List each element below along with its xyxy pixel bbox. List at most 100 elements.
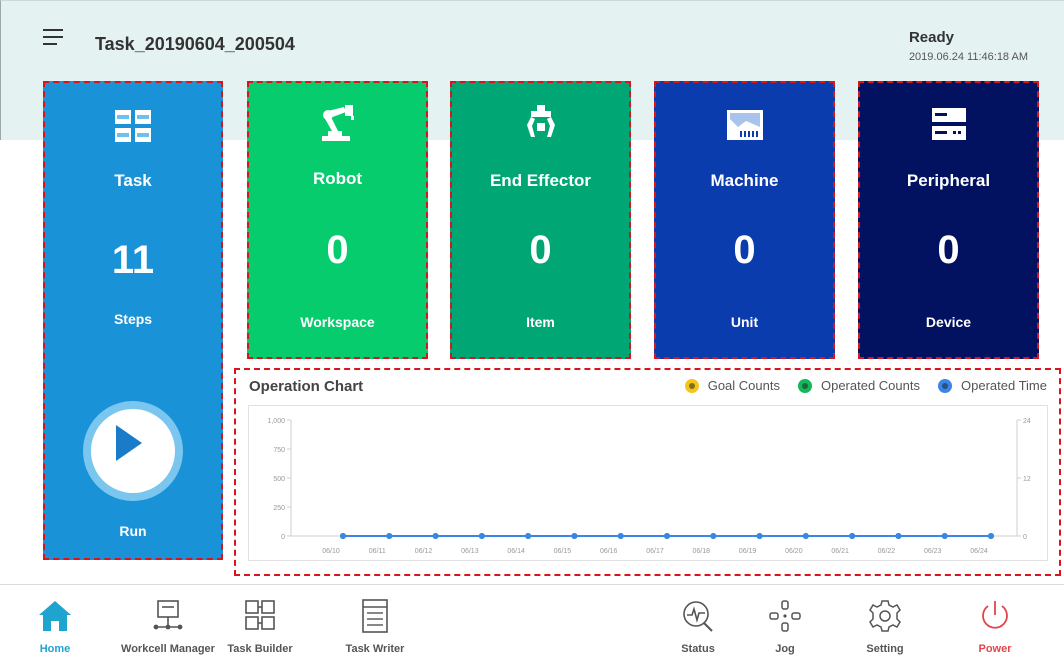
gripper-icon [526, 105, 555, 137]
peripheral-tile[interactable]: Peripheral 0 Device [858, 81, 1039, 359]
x-tick-label: 06/14 [507, 548, 525, 555]
legend-label: Operated Time [961, 378, 1047, 393]
x-tick-label: 06/24 [970, 548, 988, 555]
peripheral-count: 0 [937, 228, 960, 272]
home-icon [39, 601, 71, 631]
play-icon [116, 425, 142, 461]
menu-icon[interactable] [43, 29, 63, 49]
run-label: Run [119, 523, 147, 539]
series-point [941, 533, 948, 539]
nav-setting[interactable]: Setting [830, 585, 940, 661]
series-point [340, 533, 346, 539]
series-point [525, 533, 532, 539]
robot-tile[interactable]: Robot 0 Workspace [247, 81, 428, 359]
machine-tile-title: Machine [710, 171, 779, 190]
legend-dot [684, 378, 699, 393]
end-effector-count: 0 [529, 228, 552, 272]
x-tick-label: 06/12 [415, 548, 433, 555]
nav-jog[interactable]: Jog [730, 585, 840, 661]
legend-item[interactable]: Operated Counts [797, 378, 920, 393]
series-point [895, 533, 902, 539]
nav-setting-label: Setting [866, 643, 904, 655]
legend-item[interactable]: Operated Time [938, 378, 1047, 393]
x-tick-label: 06/23 [924, 548, 942, 555]
end-effector-tile[interactable]: End Effector 0 Item [450, 81, 631, 359]
task-tile[interactable]: Task 11 Steps Run [43, 81, 223, 560]
x-tick-label: 06/13 [461, 548, 479, 555]
series-point [802, 533, 809, 539]
machine-icon [726, 110, 763, 140]
operation-chart-panel: Operation Chart Goal Counts Operated Coun… [234, 368, 1061, 576]
bottom-nav: Home Workcell Manager Task Builder Task … [0, 584, 1064, 661]
run-button[interactable] [83, 401, 183, 501]
nav-power[interactable]: Power [940, 585, 1050, 661]
series-point [988, 533, 994, 539]
task-tile-title: Task [114, 171, 152, 190]
end-effector-tile-unit: Item [526, 314, 555, 330]
task-step-count: 11 [111, 238, 155, 282]
nav-home-label: Home [39, 643, 71, 655]
task-builder-icon [245, 600, 275, 630]
chart-title: Operation Chart [249, 378, 364, 395]
series-point [432, 533, 439, 539]
x-tick-label: 06/16 [600, 548, 618, 555]
peripheral-tile-unit: Device [925, 314, 972, 330]
series-point [478, 533, 485, 539]
nav-task-builder[interactable]: Task Builder [205, 585, 315, 661]
x-tick-label: 06/22 [878, 548, 896, 555]
jog-icon [769, 600, 801, 632]
nav-jog-label: Jog [775, 643, 795, 655]
y-tick-label-left: 500 [273, 476, 285, 483]
x-tick-label: 06/17 [646, 548, 664, 555]
machine-tile[interactable]: Machine 0 Unit [654, 81, 835, 359]
task-tile-unit: Steps [113, 311, 153, 327]
y-tick-label-right: 24 [1023, 418, 1031, 425]
task-grid-icon [115, 110, 151, 142]
peripheral-tile-title: Peripheral [906, 171, 991, 190]
legend-dot [797, 378, 812, 393]
nav-task-writer[interactable]: Task Writer [320, 585, 430, 661]
series-point [664, 533, 670, 539]
robot-count: 0 [326, 228, 349, 272]
status-text: Ready [908, 29, 954, 46]
operation-chart: 0 250 500 750 1,000 0 12 24 06/10 06/11 06/12 06/13… [267, 418, 1031, 555]
robot-tile-title: Robot [312, 169, 363, 188]
legend-item[interactable]: Goal Counts [684, 378, 780, 393]
x-tick-label: 06/18 [693, 548, 711, 555]
series-point [849, 533, 856, 539]
status-area: Ready 2019.06.24 11:46:18 AM [909, 29, 1028, 63]
series-point [617, 533, 624, 539]
y-tick-label-left: 250 [273, 505, 285, 512]
x-tick-label: 06/11 [369, 548, 386, 555]
x-tick-label: 06/10 [322, 548, 340, 555]
server-icon [931, 108, 966, 140]
nav-home[interactable]: Home [0, 585, 110, 661]
y-tick-label-left: 750 [273, 447, 285, 454]
legend-label: Goal Counts [707, 378, 780, 393]
legend-dot [938, 378, 952, 393]
machine-tile-unit: Unit [730, 314, 759, 330]
end-effector-tile-title: End Effector [489, 171, 592, 190]
task-name: Task_20190604_200504 [95, 34, 295, 54]
y-tick-label-right: 0 [1023, 534, 1027, 541]
robot-tile-unit: Workspace [300, 314, 375, 330]
series-point [710, 533, 717, 539]
chart-frame: 0 250 500 750 1,000 0 12 24 06/10 06/11 06/12 06/13… [248, 405, 1048, 561]
chart-legend: Goal Counts Operated Counts Operated Time [684, 378, 1047, 393]
x-tick-label: 06/21 [831, 548, 849, 555]
series-point [386, 533, 393, 539]
gear-icon [869, 600, 901, 632]
series-point [756, 533, 763, 539]
legend-label: Operated Counts [820, 378, 920, 393]
machine-count: 0 [733, 228, 756, 272]
power-icon [982, 601, 1008, 629]
y-tick-label-left: 1,000 [267, 418, 285, 425]
task-writer-icon [362, 599, 388, 633]
series-point [571, 533, 578, 539]
status-datetime: 2019.06.24 11:46:18 AM [908, 51, 1028, 63]
nav-task-builder-label: Task Builder [227, 643, 293, 655]
x-tick-label: 06/15 [554, 548, 572, 555]
status-icon [683, 601, 713, 632]
nav-power-label: Power [978, 643, 1012, 655]
workcell-icon [153, 600, 183, 630]
